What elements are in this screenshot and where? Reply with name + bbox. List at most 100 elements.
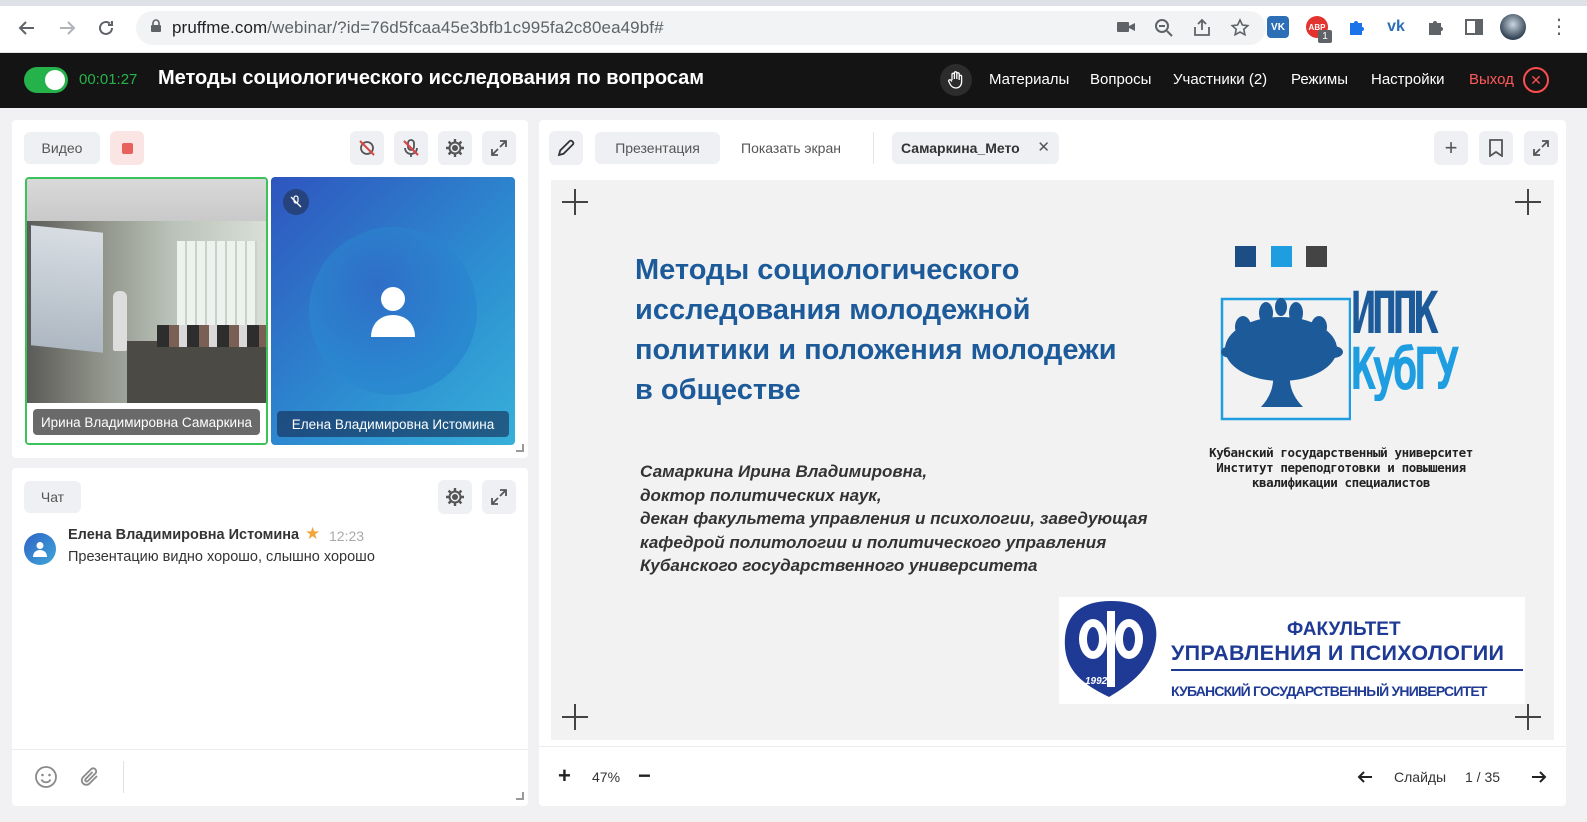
chat-label[interactable]: Чат — [24, 481, 81, 513]
chat-author: Елена Владимировна Истомина — [68, 527, 300, 543]
broadcast-timer: 00:01:27 — [79, 71, 138, 88]
crop-mark-icon — [562, 189, 588, 215]
emoji-icon[interactable] — [34, 765, 58, 794]
zoom-level: 47% — [592, 769, 621, 785]
camera-off-button[interactable] — [350, 131, 384, 165]
zoom-out-icon[interactable]: − — [638, 765, 656, 787]
slide-author-line: Кубанского государственного университета — [640, 556, 1038, 575]
star-icon: ★ — [305, 524, 321, 543]
video-tile-speaker[interactable]: Ирина Владимировна Самаркина — [25, 177, 268, 445]
puzzle-blue-extension-icon[interactable] — [1343, 14, 1369, 40]
video-tile-participant[interactable]: Елена Владимировна Истомина — [271, 177, 515, 445]
menu-settings[interactable]: Настройки — [1371, 71, 1445, 88]
resize-handle[interactable] — [516, 444, 524, 452]
tab-presentation[interactable]: Презентация — [595, 132, 720, 164]
faculty-year: 1992 — [1085, 676, 1108, 687]
slide-title-line: Методы социологического — [635, 254, 1020, 286]
video-settings-button[interactable] — [438, 131, 472, 165]
bookmark-button[interactable] — [1479, 131, 1513, 165]
menu-materials[interactable]: Материалы — [989, 71, 1069, 88]
file-tab-label: Самаркина_Мето — [901, 140, 1020, 156]
browser-toolbar: pruffme.com/webinar/?id=76d5fcaa45e3bfb1… — [0, 0, 1587, 53]
chat-fullscreen-button[interactable] — [482, 480, 516, 514]
back-icon[interactable] — [13, 14, 41, 42]
add-file-button[interactable]: + — [1434, 131, 1468, 165]
extension-badge: 1 — [1318, 30, 1332, 43]
video-fullscreen-button[interactable] — [482, 131, 516, 165]
tab-share-screen[interactable]: Показать экран — [723, 132, 859, 164]
next-slide-icon[interactable] — [1530, 769, 1548, 790]
zoom-in-icon[interactable]: + — [558, 765, 576, 787]
gear-icon — [446, 488, 464, 506]
adblock-extension-icon[interactable]: ABP 1 — [1304, 14, 1332, 43]
presentation-fullscreen-button[interactable] — [1524, 131, 1558, 165]
slide-canvas[interactable]: Методы социологического исследования мол… — [551, 180, 1554, 740]
video-tile-label: Ирина Владимировна Самаркина — [33, 409, 260, 435]
tab-strip — [0, 0, 1587, 6]
mic-off-icon — [403, 139, 419, 157]
gear-icon — [446, 139, 464, 157]
draw-tool-button[interactable] — [549, 131, 583, 165]
stop-icon — [121, 142, 133, 154]
close-icon[interactable]: ✕ — [1037, 138, 1050, 156]
video-tile-label: Елена Владимировна Истомина — [277, 411, 509, 437]
chat-avatar — [24, 533, 56, 565]
share-icon[interactable] — [1192, 18, 1212, 43]
expand-icon — [491, 140, 507, 156]
profile-avatar[interactable] — [1500, 14, 1526, 40]
camera-off-icon — [359, 140, 375, 156]
record-stop-button[interactable] — [110, 131, 144, 165]
vk-music-extension-icon[interactable]: VK — [1265, 14, 1291, 40]
attach-icon[interactable] — [78, 765, 102, 794]
faculty-divider — [1171, 669, 1523, 671]
bookmark-star-icon[interactable] — [1230, 18, 1250, 43]
file-tab[interactable]: Самаркина_Мето ✕ — [892, 132, 1059, 164]
slide-counter: 1 / 35 — [1465, 769, 1501, 785]
resize-handle[interactable] — [516, 792, 524, 800]
org-line: Кубанский государственный университет — [1209, 445, 1473, 460]
side-panel-icon[interactable] — [1461, 14, 1487, 40]
camera-icon[interactable] — [1116, 18, 1136, 43]
crop-mark-icon — [562, 704, 588, 730]
menu-modes[interactable]: Режимы — [1291, 71, 1348, 88]
faculty-line-2: УПРАВЛЕНИЯ И ПСИХОЛОГИИ — [1171, 641, 1505, 665]
slide-author: Самаркина Ирина Владимировна, доктор пол… — [640, 460, 1180, 578]
exit-label[interactable]: Выход — [1469, 71, 1514, 88]
prev-slide-icon[interactable] — [1356, 769, 1374, 790]
slide-author-line: доктор политических наук, — [640, 485, 882, 505]
slide-title-line: политики и положения молодежи — [635, 334, 1117, 366]
chat-message-input[interactable] — [130, 758, 510, 796]
mic-off-button[interactable] — [394, 131, 428, 165]
expand-icon — [491, 489, 507, 505]
address-bar[interactable]: pruffme.com/webinar/?id=76d5fcaa45e3bfb1… — [136, 11, 1266, 45]
vk-extension-icon[interactable]: vk — [1383, 14, 1409, 40]
slide-title-line: исследования молодежной — [635, 294, 1031, 326]
forward-icon[interactable] — [53, 14, 81, 42]
slide-title: Методы социологического исследования мол… — [635, 250, 1175, 410]
crop-mark-icon — [1515, 704, 1541, 730]
chat-settings-button[interactable] — [438, 480, 472, 514]
chat-time: 12:23 — [329, 528, 365, 544]
faculty-emblem-icon: 1992 — [1059, 597, 1163, 709]
lock-icon — [150, 18, 162, 38]
broadcast-toggle[interactable] — [24, 67, 68, 93]
user-icon — [371, 285, 415, 342]
slide-organization: Кубанский государственный университет Ин… — [1191, 445, 1491, 490]
mic-muted-icon — [283, 189, 309, 215]
reload-icon[interactable] — [92, 14, 120, 42]
video-label[interactable]: Видео — [24, 132, 100, 164]
raise-hand-icon[interactable] — [940, 64, 972, 96]
logo-square — [1306, 246, 1327, 267]
menu-questions[interactable]: Вопросы — [1090, 71, 1151, 88]
exit-close-icon[interactable]: ✕ — [1523, 67, 1549, 93]
camera-feed — [27, 221, 266, 403]
faculty-logo-block: 1992 ФАКУЛЬТЕТ УПРАВЛЕНИЯ И ПСИХОЛОГИИ К… — [1059, 597, 1525, 704]
chat-message-text: Презентацию видно хорошо, слышно хорошо — [68, 549, 375, 565]
logo-square — [1235, 246, 1256, 267]
menu-participants[interactable]: Участники (2) — [1173, 71, 1267, 88]
zoom-out-icon[interactable] — [1154, 18, 1174, 43]
extensions-puzzle-icon[interactable] — [1422, 14, 1448, 40]
tree-logo-icon — [1211, 297, 1352, 427]
browser-menu-icon[interactable]: ⋮ — [1546, 14, 1572, 40]
logo-square — [1271, 246, 1292, 267]
